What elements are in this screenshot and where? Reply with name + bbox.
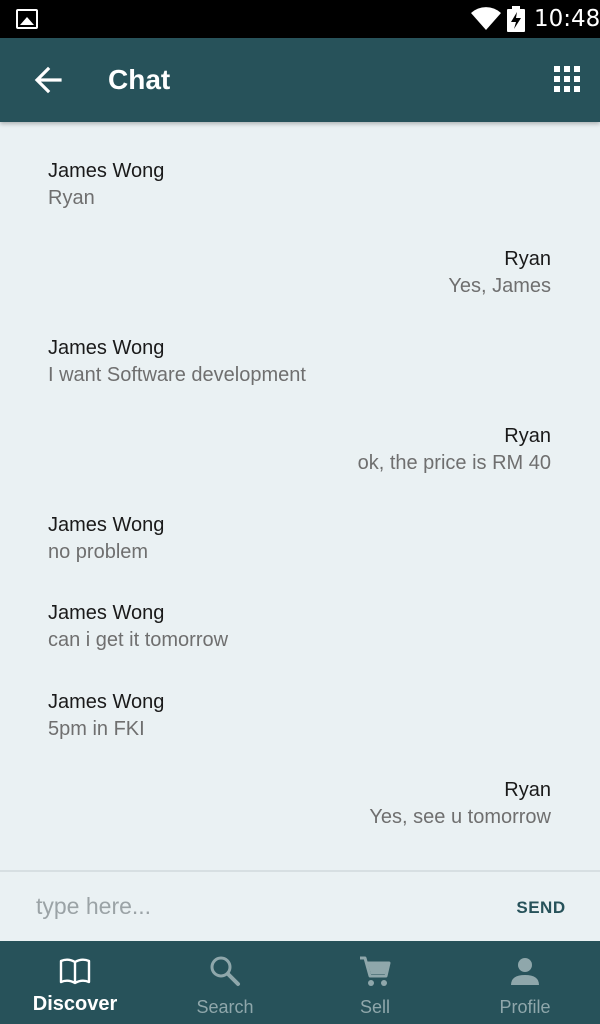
- message-item: Ryan ok, the price is RM 40: [48, 423, 551, 477]
- nav-item-search[interactable]: Search: [150, 941, 300, 1024]
- message-text: Yes, see u tomorrow: [369, 806, 551, 828]
- cart-icon: [360, 956, 391, 986]
- apps-grid-icon[interactable]: [554, 66, 580, 92]
- message-sender: Ryan: [504, 248, 551, 270]
- nav-label: Discover: [32, 993, 118, 1015]
- status-bar: 10:48: [0, 0, 600, 38]
- back-arrow-icon[interactable]: [30, 62, 66, 98]
- message-text: Ryan: [48, 187, 95, 209]
- message-text: ok, the price is RM 40: [357, 452, 551, 474]
- message-sender: James Wong: [48, 160, 165, 182]
- message-item: James Wong can i get it tomorrow: [48, 600, 551, 654]
- search-icon: [210, 956, 240, 986]
- nav-label: Profile: [499, 997, 551, 1017]
- message-sender: Ryan: [504, 425, 551, 447]
- app-bar: Chat: [0, 38, 600, 122]
- message-item: James Wong I want Software development: [48, 335, 551, 389]
- bottom-navigation: Discover Search Sell Profile: [0, 941, 600, 1024]
- nav-label: Sell: [359, 997, 390, 1017]
- message-sender: Ryan: [504, 779, 551, 801]
- message-composer: SEND: [0, 870, 600, 941]
- gallery-notification-icon: [16, 9, 38, 29]
- message-text: 5pm in FKI: [48, 718, 145, 740]
- message-item: James Wong Ryan: [48, 158, 551, 212]
- message-sender: James Wong: [48, 514, 165, 536]
- nav-item-profile[interactable]: Profile: [450, 941, 600, 1024]
- wifi-icon: [471, 7, 501, 30]
- status-time: 10:48: [534, 6, 600, 32]
- message-text: no problem: [48, 541, 149, 563]
- nav-item-sell[interactable]: Sell: [300, 941, 450, 1024]
- message-sender: James Wong: [48, 337, 165, 359]
- send-button[interactable]: SEND: [505, 892, 577, 924]
- message-sender: James Wong: [48, 602, 165, 624]
- message-text: Yes, James: [448, 275, 551, 297]
- page-title: Chat: [108, 64, 171, 95]
- person-icon: [511, 958, 539, 985]
- message-item: Ryan Yes, see u tomorrow: [48, 777, 551, 831]
- battery-charging-icon: [507, 6, 525, 32]
- message-text: I want Software development: [48, 364, 306, 386]
- message-item: Ryan Yes, James: [48, 246, 551, 300]
- book-icon: [59, 958, 91, 985]
- nav-label: Search: [196, 997, 254, 1017]
- message-input[interactable]: [22, 884, 472, 928]
- message-text: can i get it tomorrow: [48, 629, 229, 651]
- message-list[interactable]: James Wong Ryan Ryan Yes, James James Wo…: [0, 122, 600, 870]
- nav-item-discover[interactable]: Discover: [0, 941, 150, 1024]
- message-item: James Wong 5pm in FKI: [48, 689, 551, 743]
- message-sender: James Wong: [48, 691, 165, 713]
- message-item: James Wong no problem: [48, 512, 551, 566]
